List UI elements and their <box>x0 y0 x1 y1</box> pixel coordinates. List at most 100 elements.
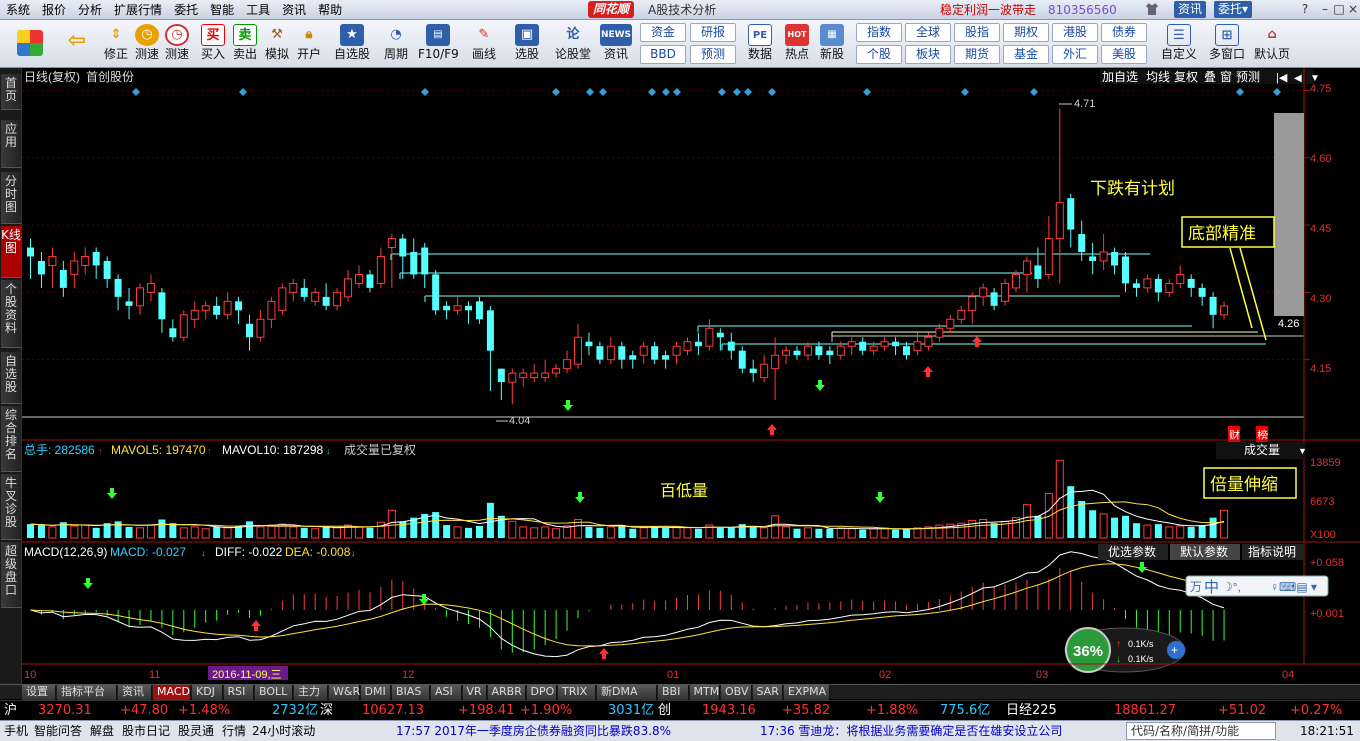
news-button[interactable]: NEWS 资讯 <box>598 22 634 66</box>
close-icon[interactable]: × <box>1344 1 1360 18</box>
stock-index-button[interactable]: 股指 <box>954 23 1000 42</box>
nav-home[interactable]: 首页 <box>1 74 21 110</box>
indicator-tab[interactable]: MACD <box>153 685 191 700</box>
indicator-tab[interactable]: BIAS <box>392 685 430 700</box>
menu-item-tools[interactable]: 工具 <box>240 0 276 20</box>
kline-chart[interactable]: 日线(复权) 首创股份 加自选 均线 复权 叠 窗 预测 |◀ ◀ ▼ 4.75… <box>22 68 1360 686</box>
indicator-tab[interactable]: 设置 <box>22 685 56 700</box>
hot-button[interactable]: HOT 热点 <box>780 22 814 66</box>
nav-profile[interactable]: 个股资料 <box>1 280 21 348</box>
nav-kline[interactable]: K线图 <box>1 226 21 278</box>
search-input[interactable]: 代码/名称/简拼/功能 <box>1126 722 1276 740</box>
back-button[interactable]: ⇦ <box>62 22 92 66</box>
custom-button[interactable]: ☰ 自定义 <box>1158 22 1200 66</box>
speedtest-button[interactable]: ◷ 测速 <box>132 22 162 66</box>
indicator-tab[interactable]: MTM <box>689 685 720 700</box>
period-button[interactable]: ◔ 周期 <box>378 22 414 66</box>
indicator-tab[interactable]: TRIX <box>558 685 596 700</box>
nav-super-panel[interactable]: 超级盘口 <box>1 542 21 608</box>
buy-button[interactable]: 买买入 <box>198 22 228 66</box>
info-button[interactable]: 资讯 <box>1174 1 1207 18</box>
indicator-tab[interactable]: BBI <box>658 685 689 700</box>
simulate-button[interactable]: ⚒ 模拟 <box>262 22 292 66</box>
indicator-tab[interactable]: 资讯 <box>118 685 152 700</box>
fix-button[interactable]: ⇕ 修正 <box>100 22 132 66</box>
status-interpret[interactable]: 解盘 <box>90 721 114 741</box>
overlay-tool[interactable]: 叠 <box>1204 70 1216 84</box>
sector-button[interactable]: 板块 <box>905 45 951 64</box>
status-mobile[interactable]: 手机 <box>4 721 28 741</box>
index-button[interactable]: 指数 <box>856 23 902 42</box>
forex-button[interactable]: 外汇 <box>1052 45 1098 64</box>
us-stock-button[interactable]: 美股 <box>1101 45 1147 64</box>
research-button[interactable]: 研报 <box>690 23 736 42</box>
window-tool[interactable]: 窗 <box>1220 70 1232 84</box>
indicator-tab[interactable]: RSI <box>223 685 254 700</box>
indicator-tab[interactable]: 主力 <box>294 685 328 700</box>
indicator-tab[interactable]: EXPMA <box>784 685 830 700</box>
menu-item-quote[interactable]: 报价 <box>36 0 72 20</box>
bonds-button[interactable]: 债券 <box>1101 23 1147 42</box>
status-quote[interactable]: 行情 <box>222 721 246 741</box>
indicator-tab[interactable]: ASI <box>431 685 462 700</box>
menu-item-system[interactable]: 系统 <box>0 0 36 20</box>
multiwindow-button[interactable]: ⊞ 多窗口 <box>1204 22 1250 66</box>
data-button[interactable]: PE 数据 <box>744 22 776 66</box>
options-button[interactable]: 期权 <box>1003 23 1049 42</box>
fund-flow-button[interactable]: 资金 <box>640 23 686 42</box>
help-icon[interactable]: ? <box>1296 1 1314 18</box>
expand-icon[interactable]: ◀ <box>1294 73 1302 84</box>
indicator-tab[interactable]: SAR <box>752 685 783 700</box>
colorful-grid-button[interactable] <box>6 22 54 66</box>
indicator-tab[interactable]: BOLL <box>255 685 293 700</box>
nav-diagnosis[interactable]: 牛叉诊股 <box>1 474 21 540</box>
indicator-tab[interactable]: KDJ <box>192 685 223 700</box>
hk-stock-button[interactable]: 港股 <box>1052 23 1098 42</box>
first-page-icon[interactable]: |◀ <box>1276 72 1288 84</box>
menu-item-trade[interactable]: 委托 <box>168 0 204 20</box>
menu-item-help[interactable]: 帮助 <box>312 0 348 20</box>
scroll-thumb[interactable] <box>1274 113 1304 316</box>
indicator-tab[interactable]: 指标平台 <box>57 685 117 700</box>
menu-item-news[interactable]: 资讯 <box>276 0 312 20</box>
watchlist-button[interactable]: ★ 自选股 <box>332 22 372 66</box>
f10-button[interactable]: ▤ F10/F9 <box>418 22 459 66</box>
ma-tool[interactable]: 均线 <box>1146 70 1170 84</box>
single-stock-button[interactable]: 个股 <box>856 45 902 64</box>
skin-icon[interactable] <box>1145 2 1159 16</box>
menu-item-analysis[interactable]: 分析 <box>72 0 108 20</box>
new-stock-button[interactable]: ▦ 新股 <box>816 22 848 66</box>
status-gulingtong[interactable]: 股灵通 <box>178 721 214 741</box>
menu-item-smart[interactable]: 智能 <box>204 0 240 20</box>
adjust-tool[interactable]: 复权 <box>1174 70 1198 84</box>
open-account-button[interactable]: 🔒︎ 开户 <box>294 22 324 66</box>
global-button[interactable]: 全球 <box>905 23 951 42</box>
status-diary[interactable]: 股市日记 <box>122 721 170 741</box>
menu-item-ext-quote[interactable]: 扩展行情 <box>108 0 168 20</box>
nav-apps[interactable]: 应用 <box>1 120 21 168</box>
indicator-tab[interactable]: W&R <box>329 685 360 700</box>
trade-button[interactable]: 委托▾ <box>1214 1 1253 18</box>
default-page-button[interactable]: ⌂ 默认页 <box>1252 22 1292 66</box>
indicator-tab[interactable]: 新DMA <box>597 685 657 700</box>
indicator-tab[interactable]: ARBR <box>487 685 526 700</box>
forum-button[interactable]: 论论股堂 <box>552 22 594 66</box>
nav-watchlist[interactable]: 自选股 <box>1 352 21 404</box>
status-24h-scroll[interactable]: 24小时滚动 <box>252 721 315 741</box>
add-watch-tool[interactable]: 加自选 <box>1102 70 1138 84</box>
forecast-tool[interactable]: 预测 <box>1236 70 1260 84</box>
stock-picker-button[interactable]: ▣ 选股 <box>510 22 544 66</box>
speed-button-2[interactable]: ◷ 测速 <box>162 22 192 66</box>
speed-widget[interactable]: 36% ↑ 0.1K/s ↓ 0.1K/s + <box>1064 627 1186 673</box>
funds-button[interactable]: 基金 <box>1003 45 1049 64</box>
futures-button[interactable]: 期货 <box>954 45 1000 64</box>
bbd-button[interactable]: BBD <box>640 45 686 64</box>
ime-bar[interactable]: 万 中 ☽°, ♀⌨▤ ▾ <box>1185 575 1329 597</box>
nav-timeshare[interactable]: 分时图 <box>1 172 21 224</box>
indicator-tab[interactable]: OBV <box>721 685 752 700</box>
indicator-tab[interactable]: VR <box>462 685 487 700</box>
nav-ranking[interactable]: 综合排名 <box>1 406 21 472</box>
news-ticker-2[interactable]: 17:36 雪迪龙：将根据业务需要确定是否在雄安设立公司 <box>760 721 1062 741</box>
news-ticker-1[interactable]: 17:57 2017年一季度房企债券融资同比暴跌83.8% <box>396 721 671 741</box>
indicator-tab[interactable]: DPO <box>526 685 557 700</box>
